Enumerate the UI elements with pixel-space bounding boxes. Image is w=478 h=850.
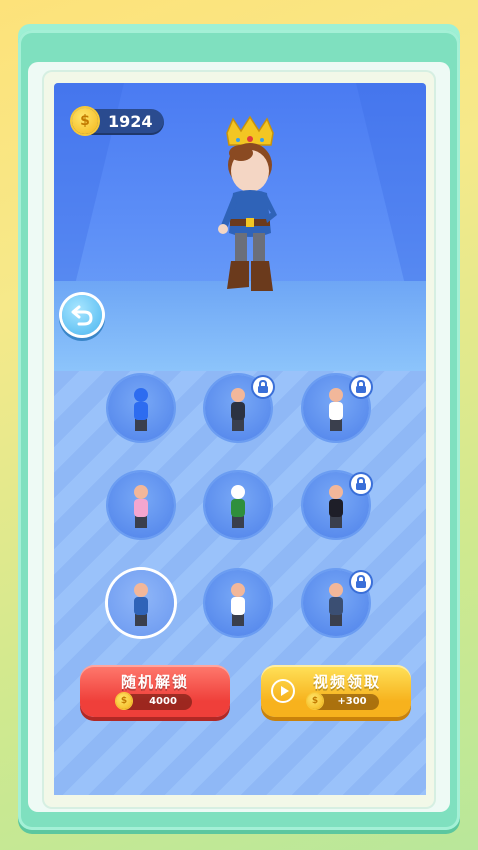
back-button[interactable] [62,295,102,335]
skin-figure-fairy [134,485,148,528]
skin-figure-clown [231,485,245,528]
video-claim-reward: $ +300 [307,693,379,710]
random-unlock-button[interactable]: 随机解锁 $ 4000 [80,665,230,717]
coin-icon: $ [72,108,98,134]
skin-slot-karate[interactable] [205,570,271,636]
skin-slot-blue-default[interactable] [108,375,174,441]
crown-icon [226,115,274,146]
skin-slot-fairy[interactable] [108,472,174,538]
video-claim-button[interactable]: 视频领取 $ +300 [261,665,411,717]
skin-figure-prince [134,583,148,626]
lock-icon [351,474,371,494]
skin-slot-clown[interactable] [205,472,271,538]
coin-icon: $ [307,693,323,709]
video-claim-reward-value: +300 [337,696,367,707]
video-claim-label: 视频领取 [312,673,381,691]
back-arrow-icon [71,305,93,326]
coin-balance: $ 1924 [72,108,164,135]
random-unlock-price-value: 4000 [149,696,177,707]
skin-figure-karate [231,583,245,626]
coin-icon: $ [116,693,132,709]
coin-amount: 1924 [108,112,153,131]
skin-figure-blue-default [134,388,148,431]
skin-slot-prince[interactable] [108,570,174,636]
random-unlock-price: $ 4000 [116,693,192,710]
lock-icon [253,377,273,397]
random-unlock-label: 随机解锁 [120,673,189,691]
lock-icon [351,572,371,592]
lock-icon [351,377,371,397]
hero-character-prince [218,115,277,291]
